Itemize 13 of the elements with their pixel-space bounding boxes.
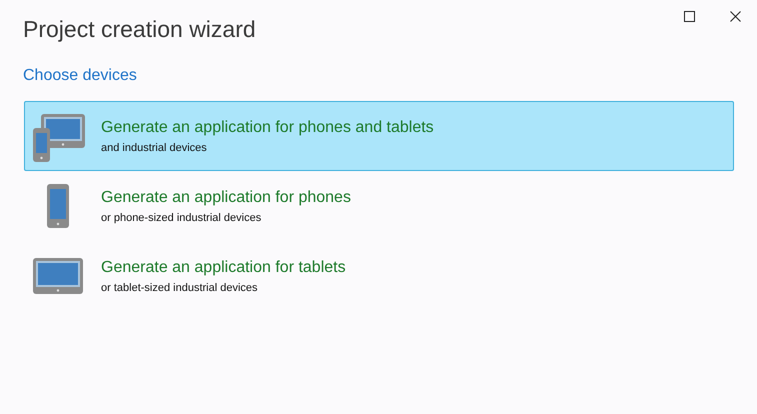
device-option[interactable]: Generate an application for phones or phone-sized industrial devices — [24, 171, 734, 241]
window-title: Project creation wizard — [23, 16, 256, 43]
option-subtitle: or phone-sized industrial devices — [101, 212, 262, 224]
section-heading: Choose devices — [23, 67, 138, 85]
option-subtitle: or tablet-sized industrial devices — [101, 282, 259, 294]
maximize-icon — [684, 10, 694, 22]
device-option[interactable]: Generate an application for tablets or tablet-sized industrial devices — [24, 241, 734, 311]
option-title: Generate an application for phones — [101, 188, 351, 206]
close-icon — [730, 10, 740, 22]
option-title: Generate an application for phones and tablets — [101, 118, 434, 136]
device-option[interactable]: Generate an application for phones and tablets and industrial devices — [24, 101, 734, 171]
option-subtitle: and industrial devices — [101, 142, 208, 154]
option-title: Generate an application for tablets — [101, 258, 346, 276]
